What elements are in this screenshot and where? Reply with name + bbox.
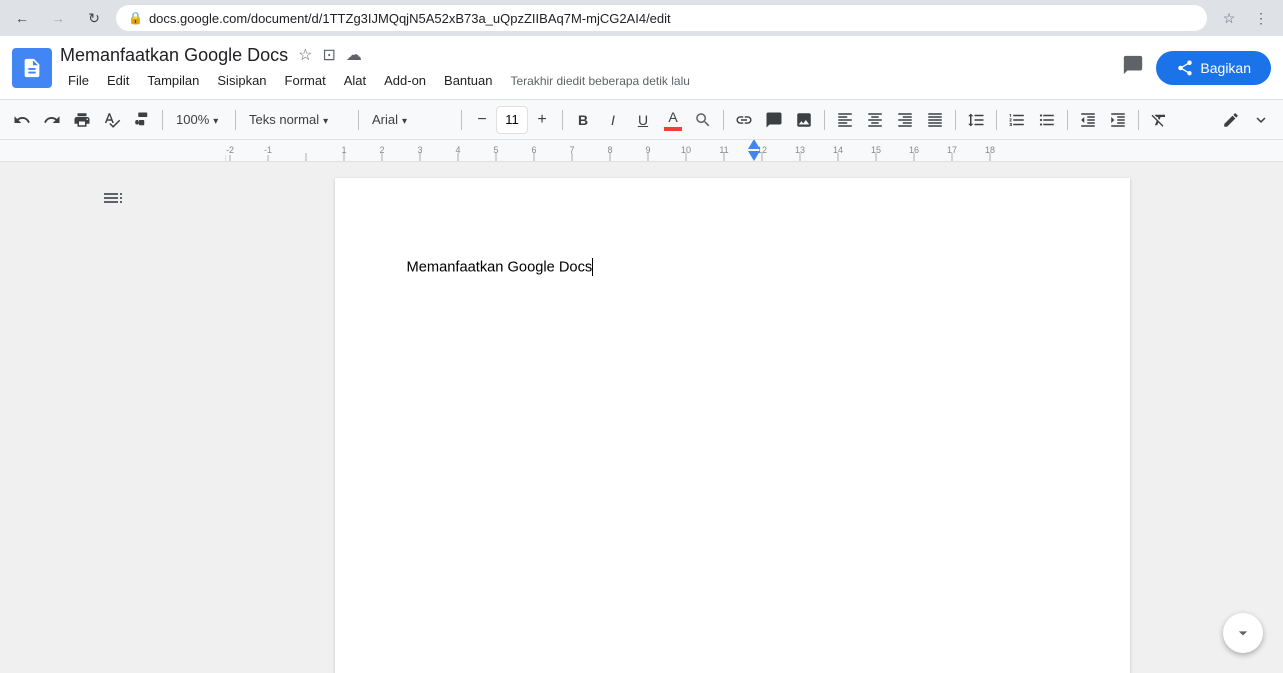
- back-button[interactable]: ←: [8, 4, 36, 32]
- title-icons: ☆ ⊡ ☁: [296, 43, 364, 67]
- doc-title-row: Memanfaatkan Google Docs ☆ ⊡ ☁: [60, 43, 1110, 67]
- align-right-button[interactable]: [891, 105, 919, 135]
- separator-2: [235, 110, 236, 130]
- comment-add-button[interactable]: [760, 105, 788, 135]
- undo-button[interactable]: [8, 105, 36, 135]
- separator-8: [955, 110, 956, 130]
- move-button[interactable]: ⊡: [320, 43, 337, 67]
- menu-bantuan[interactable]: Bantuan: [436, 69, 500, 92]
- separator-11: [1138, 110, 1139, 130]
- more-options-button[interactable]: [1247, 105, 1275, 135]
- address-bar[interactable]: 🔒 docs.google.com/document/d/1TTZg3IJMQq…: [116, 5, 1207, 31]
- font-size-decrease[interactable]: −: [468, 105, 496, 135]
- align-justify-button[interactable]: [921, 105, 949, 135]
- align-left-button[interactable]: [831, 105, 859, 135]
- separator-4: [461, 110, 462, 130]
- editing-mode-button[interactable]: [1217, 105, 1245, 135]
- extensions-button[interactable]: ⋮: [1247, 4, 1275, 32]
- separator-6: [723, 110, 724, 130]
- style-value: Teks normal: [249, 112, 319, 127]
- numbered-list-button[interactable]: [1003, 105, 1031, 135]
- redo-button[interactable]: [38, 105, 66, 135]
- separator-10: [1067, 110, 1068, 130]
- share-label: Bagikan: [1200, 60, 1251, 76]
- zoom-selector[interactable]: 100%: [169, 106, 229, 134]
- lock-icon: 🔒: [128, 11, 143, 25]
- menu-alat[interactable]: Alat: [336, 69, 374, 92]
- main-area: Memanfaatkan Google Docs: [0, 162, 1283, 673]
- zoom-value: 100%: [176, 112, 209, 127]
- style-chevron: [323, 112, 328, 127]
- header-right: Bagikan: [1118, 50, 1271, 86]
- spellcheck-button[interactable]: [98, 105, 126, 135]
- menu-addon[interactable]: Add-on: [376, 69, 434, 92]
- forward-button[interactable]: →: [44, 4, 72, 32]
- menu-bar: File Edit Tampilan Sisipkan Format Alat …: [60, 69, 1110, 92]
- document-text: Memanfaatkan Google Docs: [407, 260, 593, 276]
- separator-1: [162, 110, 163, 130]
- paint-format-button[interactable]: [128, 105, 156, 135]
- line-spacing-button[interactable]: [962, 105, 990, 135]
- indent-decrease-button[interactable]: [1074, 105, 1102, 135]
- menu-tampilan[interactable]: Tampilan: [139, 69, 207, 92]
- menu-edit[interactable]: Edit: [99, 69, 137, 92]
- sidebar-right: [1239, 162, 1283, 673]
- font-selector[interactable]: Arial: [365, 106, 455, 134]
- bold-button[interactable]: B: [569, 105, 597, 135]
- sidebar-left: [0, 162, 225, 673]
- separator-7: [824, 110, 825, 130]
- outline-toggle[interactable]: [93, 178, 133, 224]
- separator-9: [996, 110, 997, 130]
- document-content[interactable]: Memanfaatkan Google Docs: [407, 258, 1058, 276]
- star-button[interactable]: ☆: [296, 43, 314, 67]
- separator-5: [562, 110, 563, 130]
- italic-button[interactable]: I: [599, 105, 627, 135]
- floating-action-button[interactable]: [1223, 613, 1263, 653]
- svg-text:-1: -1: [264, 145, 272, 155]
- zoom-chevron: [213, 112, 218, 127]
- bookmark-button[interactable]: ☆: [1215, 4, 1243, 32]
- reload-button[interactable]: ↻: [80, 4, 108, 32]
- document-page: Memanfaatkan Google Docs: [335, 178, 1130, 673]
- cloud-button[interactable]: ☁: [344, 43, 364, 67]
- menu-sisipkan[interactable]: Sisipkan: [209, 69, 274, 92]
- url-text: docs.google.com/document/d/1TTZg3IJMQqjN…: [149, 11, 1195, 26]
- clear-format-button[interactable]: [1145, 105, 1173, 135]
- link-button[interactable]: [730, 105, 758, 135]
- text-color-button[interactable]: A: [659, 105, 687, 135]
- app-logo: [12, 48, 52, 88]
- browser-actions: ☆ ⋮: [1215, 4, 1275, 32]
- underline-button[interactable]: U: [629, 105, 657, 135]
- doc-title[interactable]: Memanfaatkan Google Docs: [60, 45, 288, 66]
- save-status: Terakhir diedit beberapa detik lalu: [510, 74, 689, 88]
- text-color-indicator: [664, 127, 682, 131]
- document-area[interactable]: Memanfaatkan Google Docs: [225, 162, 1239, 673]
- highlight-button[interactable]: [689, 105, 717, 135]
- app-header: Memanfaatkan Google Docs ☆ ⊡ ☁ File Edit…: [0, 36, 1283, 100]
- font-value: Arial: [372, 112, 398, 127]
- font-size-increase[interactable]: +: [528, 105, 556, 135]
- menu-format[interactable]: Format: [277, 69, 334, 92]
- separator-3: [358, 110, 359, 130]
- font-size-area: − +: [468, 105, 556, 135]
- text-cursor: [592, 258, 593, 276]
- print-button[interactable]: [68, 105, 96, 135]
- ruler: -2 -1 1 2 3 4 5 6 7 8: [0, 140, 1283, 162]
- style-selector[interactable]: Teks normal: [242, 106, 352, 134]
- toolbar: 100% Teks normal Arial − + B I U A: [0, 100, 1283, 140]
- header-title-section: Memanfaatkan Google Docs ☆ ⊡ ☁ File Edit…: [60, 43, 1110, 92]
- svg-text:-2: -2: [226, 145, 234, 155]
- font-chevron: [402, 112, 407, 127]
- share-button[interactable]: Bagikan: [1156, 51, 1271, 85]
- align-center-button[interactable]: [861, 105, 889, 135]
- ruler-inner: -2 -1 1 2 3 4 5 6 7 8: [225, 140, 1015, 161]
- comment-button[interactable]: [1118, 50, 1148, 86]
- bullet-list-button[interactable]: [1033, 105, 1061, 135]
- browser-bar: ← → ↻ 🔒 docs.google.com/document/d/1TTZg…: [0, 0, 1283, 36]
- indent-increase-button[interactable]: [1104, 105, 1132, 135]
- image-button[interactable]: [790, 105, 818, 135]
- font-size-input[interactable]: [496, 106, 528, 134]
- menu-file[interactable]: File: [60, 69, 97, 92]
